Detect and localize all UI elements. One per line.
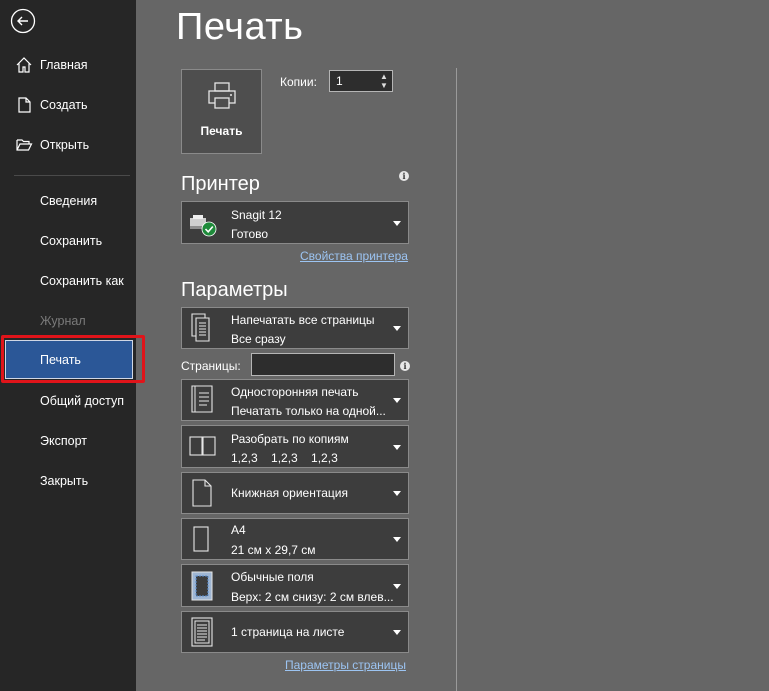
sidebar-item-label: Экспорт (40, 434, 87, 448)
chevron-down-icon (393, 326, 401, 331)
sidebar-item-label: Общий доступ (40, 394, 124, 408)
sidebar-item-save-as[interactable]: Сохранить как (0, 263, 136, 299)
chevron-down-icon (393, 398, 401, 403)
margins-dropdown[interactable]: Обычные поля Верх: 2 см снизу: 2 см влев… (181, 564, 409, 607)
dropdown-line1: Книжная ориентация (231, 486, 348, 500)
sidebar-item-label: Журнал (40, 314, 86, 328)
chevron-down-icon (393, 444, 401, 450)
arrow-left-circle-icon[interactable] (10, 8, 36, 34)
sidebar-item-label: Главная (40, 58, 88, 72)
sidebar-item-label: Создать (40, 98, 88, 112)
printer-icon (208, 82, 236, 109)
copies-label: Копии: (280, 75, 317, 89)
sidebar-item-share[interactable]: Общий доступ (0, 383, 136, 419)
pages-label: Страницы: (181, 359, 241, 373)
sidebar-item-close[interactable]: Закрыть (0, 463, 136, 499)
new-document-icon (18, 97, 31, 113)
dropdown-line1: Односторонняя печать (231, 385, 359, 399)
dropdown-line2: 21 см x 29,7 см (231, 543, 316, 557)
dropdown-line2: Печатать только на одной... (231, 404, 386, 418)
chevron-down-icon (393, 491, 401, 496)
page-setup-link[interactable]: Параметры страницы (285, 658, 406, 672)
all-pages-icon (191, 313, 210, 342)
sides-dropdown[interactable]: Односторонняя печать Печатать только на … (181, 379, 409, 421)
chevron-up-icon[interactable]: ▲ (379, 72, 389, 81)
dropdown-line2: Верх: 2 см снизу: 2 см влев... (231, 590, 394, 604)
highlight-annotation-box (1, 335, 145, 383)
dropdown-line2: 1,2,3 1,2,3 1,2,3 (231, 451, 338, 465)
sidebar-item-label: Сохранить (40, 234, 103, 248)
preview-divider (456, 68, 457, 691)
home-icon (16, 57, 32, 73)
copies-value: 1 (336, 74, 343, 88)
paper-size-icon (193, 526, 209, 552)
printer-status: Готово (231, 227, 269, 241)
printer-ready-icon (190, 214, 217, 236)
spin-buttons[interactable]: ▲ ▼ (379, 72, 389, 90)
open-folder-icon (16, 139, 33, 151)
collate-icon (189, 435, 216, 456)
copies-stepper[interactable]: 1 ▲ ▼ (329, 70, 393, 92)
info-icon[interactable]: i (399, 171, 409, 181)
printer-dropdown[interactable]: Snagit 12 Готово (181, 201, 409, 244)
sidebar-item-label: Открыть (40, 138, 90, 152)
sidebar-item-new[interactable]: Создать (0, 87, 136, 123)
sidebar-item-open[interactable]: Открыть (0, 127, 136, 163)
info-icon[interactable]: i (400, 361, 410, 371)
print-button-label: Печать (200, 124, 243, 138)
pages-per-sheet-dropdown[interactable]: 1 страница на листе (181, 611, 409, 653)
chevron-down-icon (393, 630, 401, 635)
print-button[interactable]: Печать (181, 69, 262, 154)
sidebar-item-save[interactable]: Сохранить (0, 223, 136, 259)
dropdown-line1: A4 (231, 523, 246, 537)
settings-section-title: Параметры (181, 279, 288, 301)
printer-name: Snagit 12 (231, 208, 282, 222)
pages-input[interactable] (251, 353, 395, 376)
dropdown-line1: Обычные поля (231, 570, 314, 584)
collate-dropdown[interactable]: Разобрать по копиям 1,2,3 1,2,3 1,2,3 (181, 425, 409, 468)
one-sided-icon (191, 385, 213, 413)
orientation-dropdown[interactable]: Книжная ориентация (181, 472, 409, 514)
chevron-down-icon (393, 583, 401, 589)
print-range-dropdown[interactable]: Напечатать все страницы Все сразу (181, 307, 409, 349)
sidebar-item-label: Сведения (40, 194, 98, 208)
margins-icon (191, 571, 213, 600)
sidebar-item-history: Журнал (0, 303, 136, 339)
dropdown-line1: Напечатать все страницы (231, 313, 375, 327)
dropdown-line1: Разобрать по копиям (231, 432, 349, 446)
chevron-down-icon (393, 220, 401, 226)
sidebar-item-info[interactable]: Сведения (0, 183, 136, 219)
dropdown-line1: 1 страница на листе (231, 625, 345, 639)
sidebar-item-home[interactable]: Главная (0, 47, 136, 83)
chevron-down-icon[interactable]: ▼ (379, 81, 389, 90)
chevron-down-icon (393, 537, 401, 542)
dropdown-line2: Все сразу (231, 332, 286, 346)
sidebar-item-label: Сохранить как (40, 274, 124, 288)
sidebar-item-export[interactable]: Экспорт (0, 423, 136, 459)
printer-properties-link[interactable]: Свойства принтера (300, 249, 408, 263)
sidebar-item-label: Закрыть (40, 474, 89, 488)
pages-per-sheet-icon (191, 617, 213, 647)
paper-size-dropdown[interactable]: A4 21 см x 29,7 см (181, 518, 409, 560)
printer-section-title: Принтер (181, 173, 260, 195)
portrait-icon (192, 479, 212, 507)
page-title: Печать (176, 6, 304, 48)
sidebar-divider (14, 175, 130, 176)
